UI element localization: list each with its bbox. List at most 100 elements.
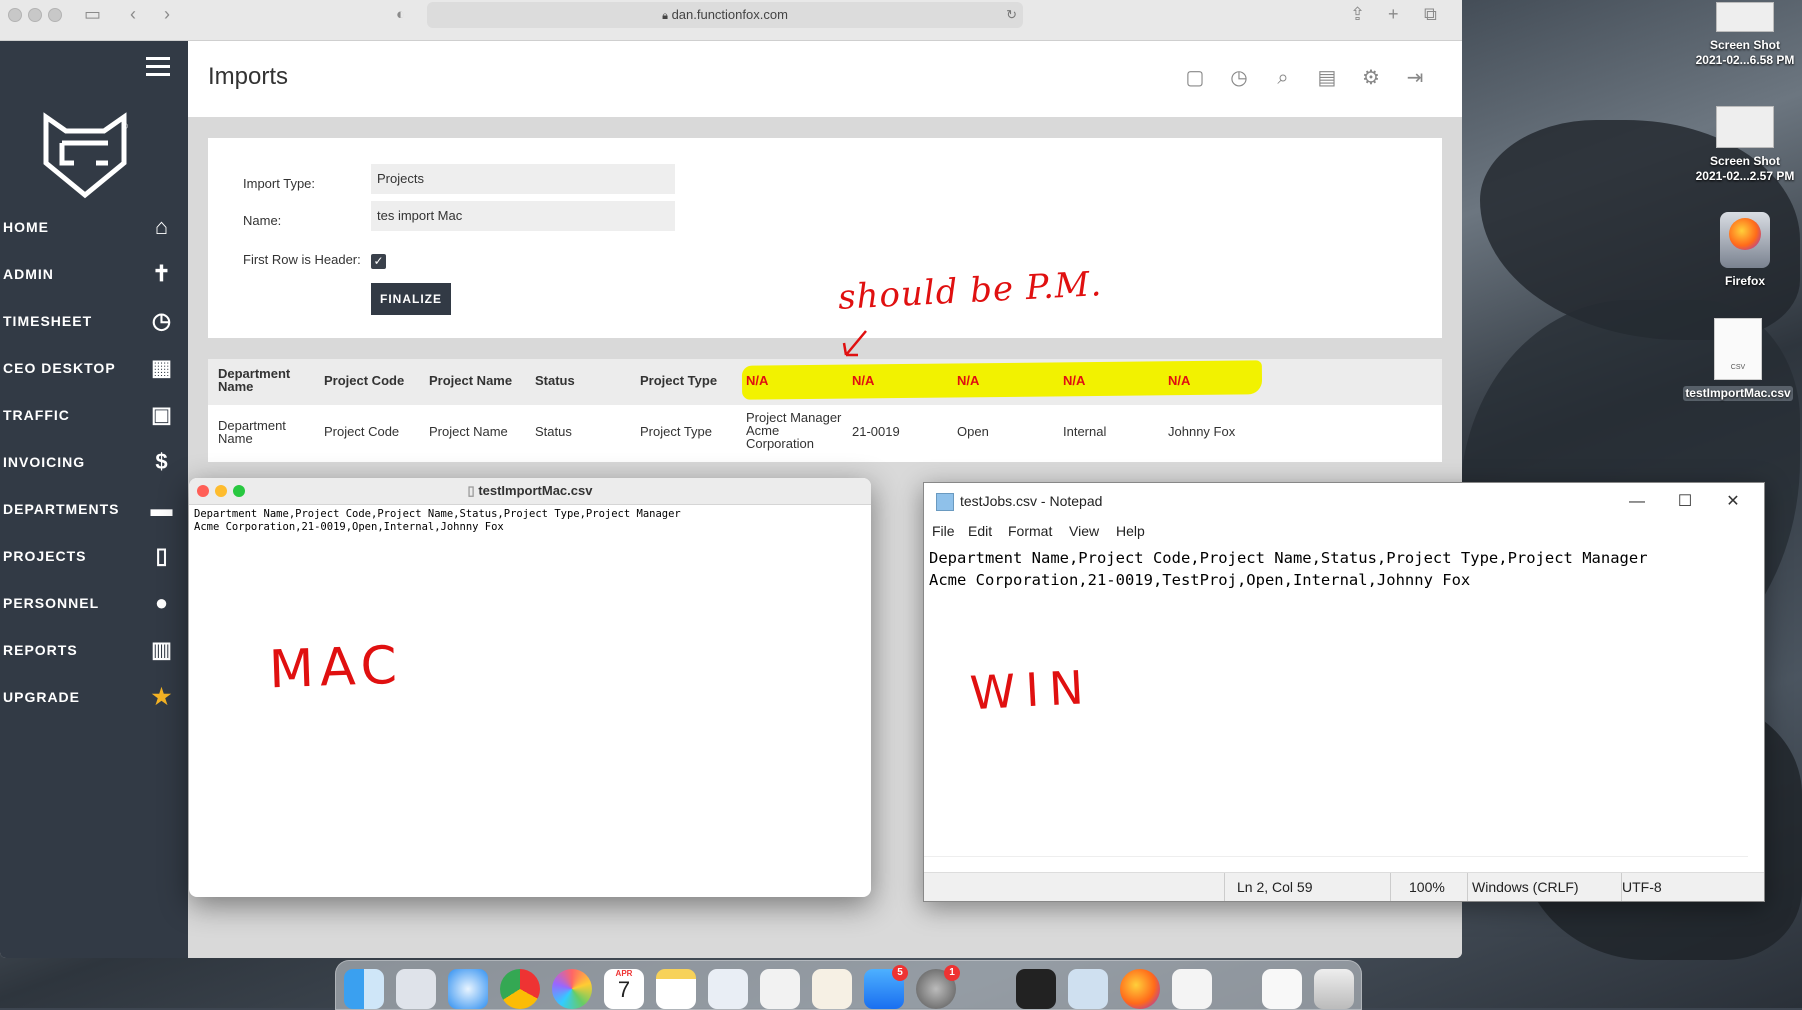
address-bar[interactable]: 🔒︎ dan.functionfox.com ↻ (427, 2, 1023, 28)
safari-icon[interactable] (448, 969, 488, 1009)
sidebar-item-ceo-desktop[interactable]: CEO DESKTOP ▦ (0, 348, 188, 388)
desktop-icon-firefox[interactable]: Firefox (1690, 212, 1800, 289)
pages-icon[interactable] (812, 969, 852, 1009)
desktop-icon-screenshot-2[interactable]: Screen Shot 2021-02...2.57 PM (1690, 106, 1800, 184)
notepad-statusbar: Ln 2, Col 59 100% Windows (CRLF) UTF-8 (924, 872, 1764, 901)
person-icon: ✝ (152, 261, 172, 286)
document-icon: ▯ (155, 543, 169, 568)
share-icon[interactable]: ⇪ (1350, 4, 1365, 25)
maximize-button[interactable]: ☐ (1662, 489, 1708, 515)
chat-icon[interactable]: ▢ (1182, 65, 1208, 91)
name-field[interactable]: tes import Mac (371, 201, 675, 231)
textedit-icon[interactable] (1172, 969, 1212, 1009)
trash-icon[interactable] (1314, 969, 1354, 1009)
system-preferences-icon[interactable]: 1 (916, 965, 960, 1009)
menu-icon[interactable] (146, 57, 170, 81)
horizontal-scrollbar[interactable] (924, 856, 1748, 873)
photos-icon[interactable] (552, 969, 592, 1009)
menu-view[interactable]: View (1069, 523, 1099, 539)
menu-file[interactable]: File (932, 523, 955, 539)
desktop-icon-csv-file[interactable]: CSV testImportMac.csv (1683, 318, 1793, 401)
sidebar-item-projects[interactable]: PROJECTS ▯ (0, 536, 188, 576)
menu-help[interactable]: Help (1116, 523, 1145, 539)
annotation-win: WIN (968, 659, 1095, 721)
sidebar-item-personnel[interactable]: PERSONNEL ● (0, 583, 188, 623)
keynote-icon[interactable] (708, 969, 748, 1009)
notes-icon[interactable] (656, 969, 696, 1009)
desktop-icon-sublabel: 2021-02...2.57 PM (1695, 169, 1795, 183)
sidebar-item-upgrade[interactable]: UPGRADE ★ (0, 677, 188, 717)
line-ending: Windows (CRLF) (1472, 879, 1579, 895)
finalize-button[interactable]: FINALIZE (371, 283, 451, 315)
finder-icon[interactable] (344, 969, 384, 1009)
csv-file-dock-icon[interactable] (1262, 969, 1302, 1009)
desktop-icon-screenshot-1[interactable]: Screen Shot 2021-02...6.58 PM (1690, 2, 1800, 68)
back-icon[interactable]: ‹ (130, 4, 136, 25)
table-cell: Open (957, 424, 989, 439)
desktop-icon-label: testImportMac.csv (1683, 386, 1793, 401)
dollar-icon: $ (155, 449, 169, 474)
menu-edit[interactable]: Edit (968, 523, 992, 539)
lock-icon: 🔒︎ (662, 10, 668, 22)
sidebar-item-reports[interactable]: REPORTS ▥ (0, 630, 188, 670)
sidebar-item-home[interactable]: HOME ⌂ (0, 207, 188, 247)
firefox-dock-icon[interactable] (1120, 969, 1160, 1009)
minimize-button[interactable]: — (1614, 489, 1660, 515)
star-icon: ★ (151, 684, 173, 709)
column-header-na: N/A (1063, 373, 1086, 388)
import-type-field[interactable]: Projects (371, 164, 675, 194)
table-cell: Johnny Fox (1168, 424, 1236, 439)
menu-format[interactable]: Format (1008, 523, 1052, 539)
preview-icon[interactable] (1068, 969, 1108, 1009)
table-cell: Status (535, 424, 572, 439)
contact-card-icon[interactable]: ▤ (1314, 65, 1340, 91)
sidebar-item-label: TRAFFIC (3, 407, 70, 423)
privacy-shield-icon[interactable]: ◐ (396, 6, 405, 23)
notepad-titlebar: testJobs.csv - Notepad — ☐ ✕ (924, 483, 1764, 519)
bar-chart-icon: ▥ (151, 637, 173, 662)
sidebar-item-label: PROJECTS (3, 548, 87, 564)
sidebar-item-label: REPORTS (3, 642, 78, 658)
new-tab-icon[interactable]: + (1388, 4, 1399, 25)
sidebar-item-invoicing[interactable]: INVOICING $ (0, 442, 188, 482)
reload-icon[interactable]: ↻ (1006, 2, 1017, 28)
launchpad-icon[interactable] (396, 969, 436, 1009)
table-cell: Project Manager Acme Corporation (746, 410, 842, 451)
sidebar-item-timesheet[interactable]: TIMESHEET ◷ (0, 301, 188, 341)
logout-icon[interactable]: ⇥ (1402, 65, 1428, 91)
column-header-na: N/A (957, 373, 980, 388)
sidebar-item-departments[interactable]: DEPARTMENTS ▬ (0, 489, 188, 529)
gear-icon[interactable]: ⚙ (1358, 65, 1384, 91)
csv-content[interactable]: Department Name,Project Code,Project Nam… (189, 505, 871, 537)
column-header: Department Name (218, 366, 291, 394)
notification-badge: 1 (944, 965, 960, 981)
functionfox-logo: ® (43, 112, 128, 199)
minimize-button[interactable] (28, 8, 42, 22)
desktop-icon-label: Screen Shot (1709, 38, 1781, 52)
chrome-icon[interactable] (500, 969, 540, 1009)
calendar-day: 7 (617, 977, 631, 1002)
sidebar-item-admin[interactable]: ADMIN ✝ (0, 254, 188, 294)
cursor-position: Ln 2, Col 59 (1237, 879, 1313, 895)
history-icon[interactable]: ◷ (1226, 65, 1252, 91)
first-row-header-checkbox[interactable]: ✓ (371, 254, 386, 269)
zoom-button[interactable] (48, 8, 62, 22)
column-header: Project Type (640, 373, 718, 388)
calendar-app-icon[interactable]: APR 7 (604, 969, 644, 1009)
forward-icon[interactable]: › (164, 4, 170, 25)
vertical-scrollbar[interactable] (1748, 547, 1764, 847)
import-form: Import Type: Projects Name: tes import M… (208, 138, 1442, 338)
app-store-icon[interactable]: 5 (864, 965, 908, 1009)
close-button[interactable]: ✕ (1710, 489, 1756, 515)
notification-badge: 5 (892, 965, 908, 981)
sidebar-item-label: DEPARTMENTS (3, 501, 120, 517)
sidebar-toggle-icon[interactable]: ▭ (84, 4, 101, 25)
search-icon[interactable]: ⌕ (1270, 65, 1296, 91)
notepad-text-area[interactable]: Department Name,Project Code,Project Nam… (929, 547, 1648, 591)
tabs-overview-icon[interactable]: ⧉ (1424, 4, 1437, 25)
numbers-icon[interactable] (760, 969, 800, 1009)
terminal-icon[interactable] (1016, 969, 1056, 1009)
sidebar-item-traffic[interactable]: TRAFFIC ▣ (0, 395, 188, 435)
close-button[interactable] (8, 8, 22, 22)
table-cell: Project Code (324, 424, 400, 439)
